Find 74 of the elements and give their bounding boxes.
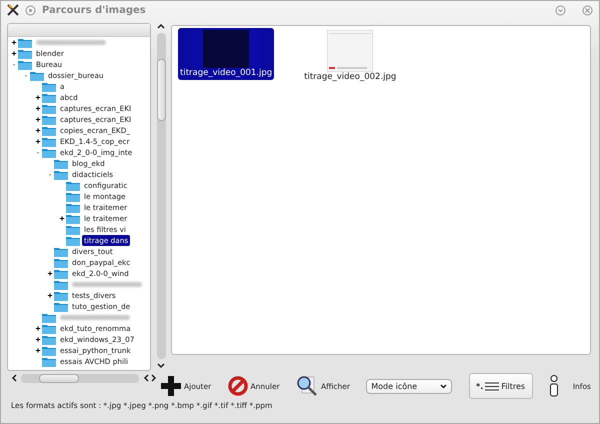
plus-icon xyxy=(161,376,181,396)
folder-icon xyxy=(66,235,80,246)
window-title: Parcours d'images xyxy=(42,4,147,16)
image-tile[interactable]: titrage_video_001.jpg xyxy=(178,28,274,80)
collapse-toggle[interactable]: - xyxy=(10,60,18,68)
expand-toggle[interactable]: + xyxy=(10,50,18,58)
folder-icon xyxy=(66,202,80,213)
folder-icon xyxy=(54,279,68,290)
folder-icon xyxy=(54,268,68,279)
folder-icon xyxy=(54,169,68,180)
filters-button[interactable]: *. Filtres xyxy=(468,373,533,399)
lines-icon xyxy=(485,382,500,390)
expand-toggle[interactable]: + xyxy=(34,336,42,344)
expand-toggle[interactable]: + xyxy=(34,138,42,146)
folder-icon xyxy=(66,224,80,235)
blurred-label xyxy=(60,315,130,320)
folder-icon xyxy=(54,257,68,268)
folder-icon xyxy=(42,345,56,356)
folder-icon xyxy=(18,59,32,70)
expand-toggle[interactable]: + xyxy=(34,116,42,124)
blurred-label xyxy=(36,40,106,45)
chevron-icon xyxy=(440,384,448,388)
expand-toggle[interactable]: + xyxy=(34,104,42,112)
scroll-left-icon[interactable] xyxy=(11,374,17,382)
blurred-label xyxy=(72,282,142,287)
scrollbar-thumb[interactable] xyxy=(156,59,166,121)
folder-icon xyxy=(54,290,68,301)
expand-toggle[interactable]: + xyxy=(58,214,66,222)
collapse-toggle[interactable]: - xyxy=(46,170,54,178)
info-icon xyxy=(548,375,559,397)
folder-icon xyxy=(42,312,56,323)
prohibited-icon xyxy=(228,376,248,396)
folder-icon xyxy=(18,48,32,59)
folder-icon xyxy=(42,92,56,103)
folder-icon xyxy=(54,301,68,312)
expand-toggle[interactable]: + xyxy=(10,38,18,46)
folder-icon xyxy=(66,180,80,191)
app-icon xyxy=(7,4,19,16)
expand-toggle[interactable]: + xyxy=(46,292,54,300)
scrollbar-thumb[interactable] xyxy=(39,374,79,382)
image-tile[interactable]: titrage_video_002.jpg xyxy=(302,28,398,84)
view-mode-dropdown[interactable]: Mode icône xyxy=(366,378,452,394)
folder-icon xyxy=(30,70,44,81)
search-icon xyxy=(296,375,318,397)
folder-icon xyxy=(54,158,68,169)
collapse-toggle[interactable]: - xyxy=(34,148,42,156)
folder-icon xyxy=(42,136,56,147)
expand-toggle[interactable]: + xyxy=(46,270,54,278)
folder-icon xyxy=(42,323,56,334)
close-icon[interactable] xyxy=(582,4,593,16)
folder-icon xyxy=(42,81,56,92)
folder-icon xyxy=(54,246,68,257)
file-name: titrage_video_001.jpg xyxy=(180,68,272,78)
scroll-arrows-icon[interactable] xyxy=(143,374,157,382)
folder-icon xyxy=(66,213,80,224)
folder-icon xyxy=(42,103,56,114)
folder-icon xyxy=(42,334,56,345)
folder-icon xyxy=(42,147,56,158)
expand-toggle[interactable]: + xyxy=(34,324,42,332)
folder-icon xyxy=(42,125,56,136)
expand-toggle[interactable]: + xyxy=(34,94,42,102)
folder-icon xyxy=(18,37,32,48)
scroll-up-icon[interactable] xyxy=(157,23,165,29)
scroll-down-icon[interactable] xyxy=(157,363,165,369)
file-name: titrage_video_002.jpg xyxy=(304,72,396,82)
folder-icon xyxy=(42,356,56,367)
expand-toggle[interactable]: + xyxy=(34,346,42,354)
minimize-icon[interactable] xyxy=(555,4,566,16)
collapse-toggle[interactable]: - xyxy=(22,72,30,80)
scrollbar-track[interactable] xyxy=(21,374,139,382)
scrollbar-track[interactable] xyxy=(156,33,166,359)
expand-toggle[interactable]: + xyxy=(34,126,42,134)
folder-icon xyxy=(42,114,56,125)
folder-icon xyxy=(66,191,80,202)
